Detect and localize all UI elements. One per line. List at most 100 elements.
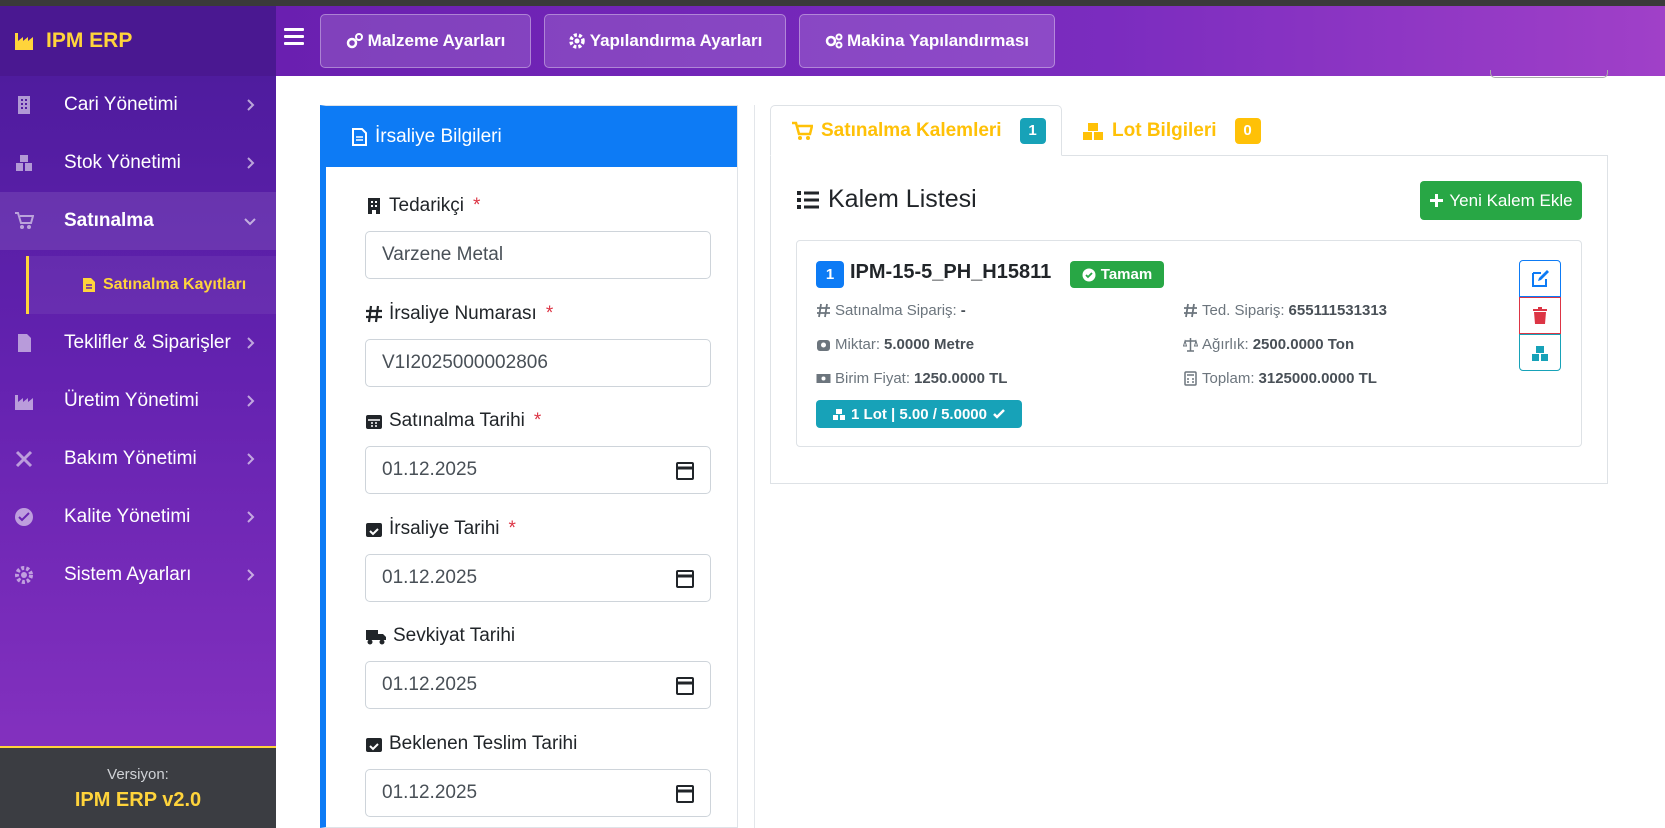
- version-footer: Versiyon: IPM ERP v2.0: [0, 746, 276, 828]
- makina-yapilandirmasi-button[interactable]: Makina Yapılandırması: [799, 14, 1055, 68]
- chevron-right-icon: [247, 99, 255, 111]
- header-user-button[interactable]: [1490, 70, 1608, 78]
- truck-icon: [366, 630, 386, 645]
- irsaliye-tarihi-label: İrsaliye Tarihi *: [365, 518, 516, 540]
- edit-icon: [1532, 269, 1549, 287]
- cogs-icon: [825, 33, 843, 49]
- cogs-icon: [346, 33, 363, 49]
- chevron-right-icon: [247, 157, 255, 169]
- file-icon: [83, 278, 95, 292]
- chevron-right-icon: [247, 395, 255, 407]
- boxes-icon: [833, 409, 846, 420]
- sevkiyat-tarihi-label: Sevkiyat Tarihi: [365, 625, 524, 647]
- tab-label: Lot Bilgileri: [1112, 119, 1217, 141]
- calculator-icon: [1184, 371, 1197, 386]
- chevron-right-icon: [247, 337, 255, 349]
- money-bill-icon: [816, 374, 831, 383]
- cart-icon: [15, 212, 34, 229]
- cart-icon: [792, 121, 813, 140]
- tab-count-badge: 0: [1234, 117, 1261, 144]
- boxes-icon: [16, 155, 32, 171]
- delete-item-button[interactable]: [1519, 297, 1561, 334]
- sidebar-item-label: Cari Yönetimi: [64, 94, 178, 115]
- ted-siparis-meta: Ted. Sipariş: 655111531313: [1183, 302, 1387, 319]
- irsaliye-numarasi-label: İrsaliye Numarası *: [365, 303, 553, 325]
- trash-icon: [1533, 306, 1547, 324]
- sidebar-item-label: Stok Yönetimi: [64, 152, 181, 173]
- beklenen-teslim-tarihi-input[interactable]: 01.12.2025: [365, 769, 711, 817]
- sidebar-item-label: Sistem Ayarları: [64, 564, 192, 585]
- irsaliye-tarihi-input[interactable]: 01.12.2025: [365, 554, 711, 602]
- yeni-kalem-ekle-button[interactable]: Yeni Kalem Ekle: [1420, 181, 1582, 220]
- brand-logo[interactable]: IPM ERP: [0, 6, 276, 76]
- chevron-down-icon: [244, 218, 256, 226]
- edit-item-button[interactable]: [1519, 260, 1561, 297]
- sidebar-subitem-satinalma-kayitlari[interactable]: Satınalma Kayıtları: [26, 256, 276, 314]
- sidebar-item-label: Teklifler & Siparişler: [64, 332, 231, 353]
- status-badge: Tamam: [1070, 261, 1164, 288]
- miktar-meta: Miktar: 5.0000 Metre: [816, 336, 974, 353]
- sidebar-subitem-label: Satınalma Kayıtları: [103, 276, 247, 293]
- chevron-right-icon: [247, 511, 255, 523]
- tedarikci-label: Tedarikçi *: [365, 195, 480, 217]
- tab-satinalma-kalemleri[interactable]: Satınalma Kalemleri 1: [770, 105, 1062, 156]
- sidebar: IPM ERP Cari Yönetimi Stok Yönetimi Satı…: [0, 6, 276, 828]
- sidebar-item-bakim[interactable]: Bakım Yönetimi: [0, 430, 276, 488]
- calendar-check-icon: [366, 523, 382, 537]
- sidebar-item-sistem[interactable]: Sistem Ayarları: [0, 546, 276, 604]
- malzeme-ayarlari-button[interactable]: Malzeme Ayarları: [320, 14, 531, 68]
- sidebar-item-satinalma[interactable]: Satınalma: [0, 192, 276, 250]
- yapilandirma-ayarlari-button[interactable]: Yapılandırma Ayarları: [544, 14, 786, 68]
- weight-icon: [817, 340, 830, 351]
- irsaliye-card-header: İrsaliye Bilgileri: [326, 106, 737, 167]
- cog-icon: [568, 33, 585, 49]
- agirlik-meta: Ağırlık: 2500.0000 Ton: [1183, 336, 1354, 353]
- calendar-picker-icon[interactable]: [676, 568, 694, 588]
- check-icon: [993, 409, 1005, 419]
- tedarikci-select[interactable]: Varzene Metal: [365, 231, 711, 279]
- column-divider: [754, 105, 755, 828]
- toplam-meta: Toplam: 3125000.0000 TL: [1183, 370, 1377, 387]
- calendar-icon: [366, 415, 382, 429]
- building-icon: [368, 198, 380, 214]
- sidebar-item-label: Bakım Yönetimi: [64, 448, 197, 469]
- check-circle-icon: [15, 508, 33, 526]
- sidebar-item-kalite[interactable]: Kalite Yönetimi: [0, 488, 276, 546]
- check-circle-icon: [1082, 268, 1096, 281]
- calendar-picker-icon[interactable]: [676, 460, 694, 480]
- kalem-listesi-title: Kalem Listesi: [796, 185, 977, 214]
- sidebar-item-cari[interactable]: Cari Yönetimi: [0, 76, 276, 134]
- calendar-picker-icon[interactable]: [676, 675, 694, 695]
- plus-icon: [1430, 194, 1444, 207]
- tab-count-badge: 1: [1019, 117, 1046, 144]
- chevron-right-icon: [247, 453, 255, 465]
- beklenen-teslim-tarihi-label: Beklenen Teslim Tarihi: [365, 733, 586, 755]
- boxes-icon: [1083, 122, 1103, 140]
- irsaliye-card-title: İrsaliye Bilgileri: [375, 125, 502, 147]
- version-value: IPM ERP v2.0: [74, 789, 202, 811]
- building-icon: [18, 96, 30, 114]
- irsaliye-numarasi-input[interactable]: V1I2025000002806: [365, 339, 711, 387]
- satinalma-tarihi-label: Satınalma Tarihi *: [365, 410, 541, 432]
- version-label: Versiyon:: [107, 766, 169, 783]
- balance-scale-icon: [1183, 338, 1198, 352]
- sidebar-item-uretim[interactable]: Üretim Yönetimi: [0, 372, 276, 430]
- sidebar-item-stok[interactable]: Stok Yönetimi: [0, 134, 276, 192]
- menu-toggle-icon[interactable]: [284, 28, 304, 46]
- sidebar-item-teklifler[interactable]: Teklifler & Siparişler: [0, 314, 276, 372]
- calendar-picker-icon[interactable]: [676, 783, 694, 803]
- sidebar-item-label: Kalite Yönetimi: [64, 506, 191, 527]
- item-code: IPM-15-5_PH_H15811: [850, 261, 1052, 283]
- satinalma-tarihi-input[interactable]: 01.12.2025: [365, 446, 711, 494]
- sevkiyat-tarihi-input[interactable]: 01.12.2025: [365, 661, 711, 709]
- brand-name: IPM ERP: [46, 29, 133, 52]
- birim-fiyat-meta: Birim Fiyat: 1250.0000 TL: [816, 370, 1007, 387]
- tools-icon: [15, 450, 33, 468]
- hashtag-icon: [1184, 303, 1197, 318]
- lot-status-badge: 1 Lot | 5.00 / 5.0000: [816, 400, 1022, 428]
- calendar-check-icon: [366, 738, 382, 752]
- boxes-icon: [1532, 345, 1548, 361]
- lot-assign-button[interactable]: [1519, 334, 1561, 371]
- tab-lot-bilgileri[interactable]: Lot Bilgileri 0: [1080, 105, 1280, 156]
- item-index-badge: 1: [816, 261, 844, 288]
